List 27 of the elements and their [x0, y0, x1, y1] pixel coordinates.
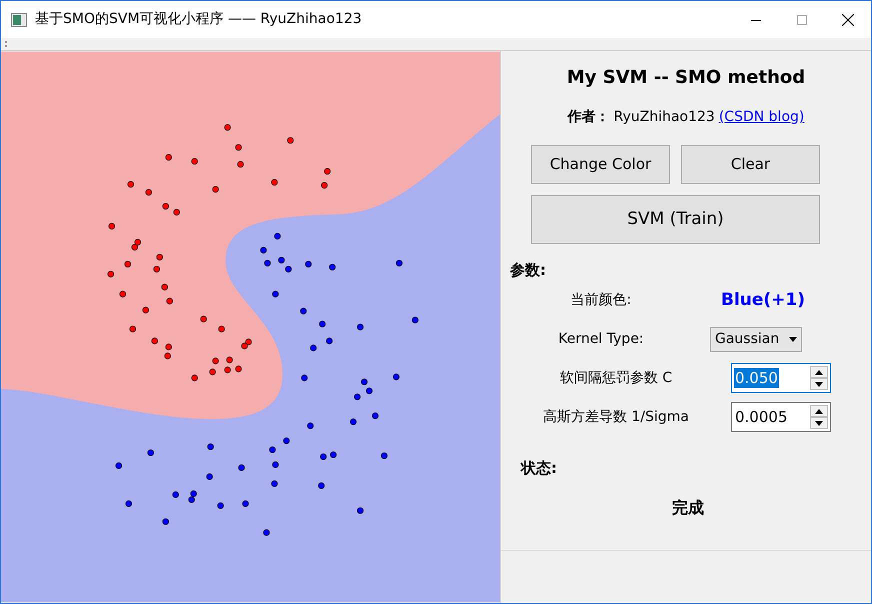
author-name: RyuZhihao123 — [614, 108, 715, 127]
train-button[interactable]: SVM (Train) — [531, 195, 820, 244]
blog-link[interactable]: (CSDN blog) — [718, 107, 804, 128]
parameter-label: 软间隔惩罚参数 C — [558, 368, 674, 388]
spin-up-icon[interactable] — [810, 405, 828, 417]
parameter-label: Kernel Type: — [557, 330, 645, 349]
spinbox-value: 0.050 — [734, 368, 779, 388]
number-spinbox[interactable]: 0.0005 — [731, 402, 831, 432]
panel-heading: My SVM -- SMO method — [566, 66, 806, 90]
spin-down-icon[interactable] — [810, 417, 828, 429]
app-icon — [11, 12, 27, 26]
panel-button[interactable]: Change Color — [531, 145, 670, 184]
params-heading: 参数: — [510, 260, 547, 281]
kernel-dropdown[interactable]: Gaussian — [710, 327, 802, 352]
window-title: 基于SMO的SVM可视化小程序 —— RyuZhihao123 — [35, 10, 362, 29]
spin-down-icon[interactable] — [810, 378, 828, 390]
spin-up-icon[interactable] — [810, 366, 828, 378]
spinbox-value: 0.0005 — [734, 407, 788, 427]
parameter-label: 高斯方差导数 1/Sigma — [542, 408, 690, 426]
panel-button[interactable]: Clear — [681, 145, 820, 184]
number-spinbox[interactable]: 0.050 — [731, 363, 831, 393]
status-heading: 状态: — [521, 458, 558, 479]
dropdown-caret-icon — [789, 337, 797, 342]
status-text: 完成 — [672, 496, 705, 518]
author-label: 作者： — [568, 108, 610, 127]
current-color-value: Blue(+1) — [721, 288, 806, 312]
parameter-label: 当前颜色: — [570, 290, 632, 310]
